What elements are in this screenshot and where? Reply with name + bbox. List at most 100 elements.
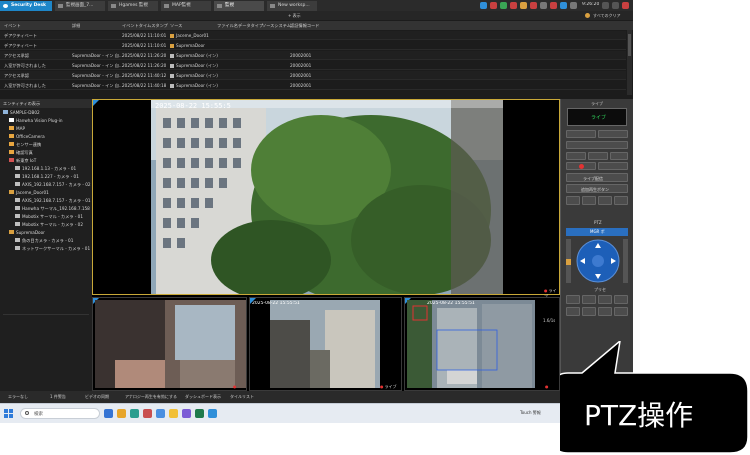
tab-map[interactable]: MAP監視 — [161, 1, 211, 11]
alarm-icon[interactable] — [490, 2, 497, 9]
tab-security-desk[interactable]: Security Desk — [0, 1, 52, 11]
clear-all-button[interactable]: すべてのクリア — [593, 13, 621, 19]
tab-monitor[interactable]: 監視 — [214, 1, 264, 11]
video-tile-4[interactable]: 2025-08-22 15:55:51 1.6/1s ● — [404, 297, 560, 391]
table-row[interactable]: 入室が許可されました SupremaDoor - イン 自... 2025/08… — [0, 61, 626, 70]
focus-slider[interactable] — [623, 239, 628, 283]
tree-item[interactable]: 192.168.1.13 - カメラ - 01 — [15, 165, 76, 173]
tree-item[interactable]: AXIS_192.168.7.157 - カメラ - 02 — [15, 181, 91, 189]
taskbar-app-icon[interactable] — [130, 409, 139, 418]
table-row[interactable]: アクセス承認 SupremaDoor - イン 自... 2025/08/22 … — [0, 51, 626, 60]
status-analog-playback[interactable]: アナロジー再生を有効にする — [125, 394, 177, 400]
tree-item[interactable]: SupremaDoor — [9, 229, 45, 237]
table-row[interactable]: アクセス承認 SupremaDoor - イン 自... 2025/08/22 … — [0, 71, 626, 80]
tab-monitor-7[interactable]: 監視画面_7... — [55, 1, 105, 11]
ptz-aux-button[interactable] — [614, 307, 628, 316]
table-row[interactable]: 入室が許可されました SupremaDoor - イン 自... 2025/08… — [0, 81, 626, 90]
show-button[interactable]: + 表示 — [288, 13, 301, 19]
taskbar-touch-alert[interactable]: Touch 警報 — [520, 410, 541, 416]
taskbar-app-icon[interactable] — [156, 409, 165, 418]
ptz-toggle-button[interactable] — [614, 196, 628, 205]
tree-item[interactable]: Hanwha サーマル_192.168.7.158 — [15, 205, 90, 213]
event-scrollbar[interactable] — [627, 30, 632, 95]
tree-item[interactable]: OfficeCamera — [9, 133, 45, 141]
tree-item[interactable]: AXIS_192.168.7.157 - カメラ - 01 — [15, 197, 91, 205]
maximize-icon[interactable] — [612, 2, 619, 9]
settings-icon[interactable] — [570, 2, 577, 9]
zoom-button[interactable] — [582, 196, 596, 205]
preset-save-button[interactable] — [566, 295, 580, 304]
taskbar-search-input[interactable]: 検索 — [20, 408, 100, 419]
status-video-sync[interactable]: ビデオの同期 — [85, 394, 109, 400]
tab-new-workspace[interactable]: New worksp... — [267, 1, 317, 11]
preset-go-button[interactable] — [582, 295, 596, 304]
alert-icon[interactable] — [510, 2, 517, 9]
ptz-home-button[interactable] — [598, 307, 612, 316]
next-frame-button[interactable] — [610, 152, 628, 160]
rewind-button[interactable] — [566, 130, 596, 138]
col-filename[interactable]: ファイル名 — [217, 21, 238, 30]
col-event[interactable]: イベント — [4, 21, 21, 30]
tree-item[interactable]: Mobotix サーマル - カメラ - 02 — [15, 221, 83, 229]
notification-icon[interactable] — [520, 2, 527, 9]
tree-item[interactable]: Jaceme_Door01 — [9, 189, 49, 197]
table-row[interactable]: デアクティベート 2025/08/22 11:10:01 SupremaDoor — [0, 41, 626, 50]
tab-hgames[interactable]: Hgames 監視 — [108, 1, 158, 11]
taskbar-app-icon[interactable] — [208, 409, 217, 418]
close-icon[interactable] — [622, 2, 629, 9]
main-video-tile[interactable]: 2025-08-22 15:55:5 ●ライブ — [92, 99, 560, 299]
ptz-mode-bar[interactable]: MGR ポ — [566, 228, 628, 236]
tree-item[interactable]: Hanwha Vision Plug-in — [9, 117, 63, 125]
video-tile-2[interactable]: ● — [92, 297, 247, 391]
minimize-icon[interactable] — [602, 2, 609, 9]
tile-selector-icon[interactable] — [93, 100, 99, 106]
status-tile-list[interactable]: タイルリスト — [230, 394, 254, 400]
taskbar-app-icon[interactable] — [195, 409, 204, 418]
col-source[interactable]: ソース — [170, 21, 182, 30]
ptz-menu-button[interactable] — [566, 307, 580, 316]
scrollbar-thumb[interactable] — [628, 34, 631, 56]
sensor-button[interactable] — [566, 196, 580, 205]
col-source-system[interactable]: ソースシステム — [262, 21, 291, 30]
add-playback-button[interactable]: 追加再生ボタン — [566, 184, 628, 193]
tree-item[interactable]: MAP — [9, 125, 25, 133]
record-button[interactable] — [566, 162, 596, 170]
record-icon[interactable] — [530, 2, 537, 9]
tree-item[interactable]: Mobotix サーマル - カメラ - 01 — [15, 213, 83, 221]
network-icon[interactable] — [540, 2, 547, 9]
warning-icon[interactable] — [550, 2, 557, 9]
tree-item[interactable]: センサー連携 — [9, 141, 41, 149]
zoom-slider[interactable] — [566, 239, 571, 283]
health-icon[interactable] — [500, 2, 507, 9]
bookmark-button[interactable] — [598, 162, 628, 170]
video-tile-3[interactable]: 2025-08-22 15:55:51 ●ライブ — [249, 297, 402, 391]
taskbar-app-icon[interactable] — [143, 409, 152, 418]
playback-slider[interactable] — [566, 141, 628, 149]
pause-button[interactable] — [598, 130, 628, 138]
col-timestamp[interactable]: イベントタイムスタンプ — [122, 21, 168, 30]
status-dashboard[interactable]: ダッシュボード表示 — [185, 394, 221, 400]
taskbar-app-icon[interactable] — [169, 409, 178, 418]
preset-pattern-button[interactable] — [598, 295, 612, 304]
taskbar-app-icon[interactable] — [104, 409, 113, 418]
taskbar-app-icon[interactable] — [182, 409, 191, 418]
status-warnings[interactable]: 1 件警告 — [50, 394, 66, 400]
preset-more-button[interactable] — [614, 295, 628, 304]
taskbar-app-icon[interactable] — [117, 409, 126, 418]
monitor-icon[interactable] — [480, 2, 487, 9]
tree-item[interactable]: 確認写真 — [9, 149, 33, 157]
ptz-lock-button[interactable] — [582, 307, 596, 316]
table-row[interactable]: デアクティベート 2025/08/22 11:10:01 Jaceme_Door… — [0, 31, 626, 40]
live-stream-button[interactable]: ライブ配信 — [566, 173, 628, 182]
prev-frame-button[interactable] — [566, 152, 586, 160]
tree-item[interactable]: ネットワークサーマル - カメラ - 01 — [15, 245, 90, 253]
status-no-errors[interactable]: エラーなし — [8, 394, 28, 400]
col-datatype[interactable]: データタイプ — [238, 21, 263, 30]
col-detail[interactable]: 詳細 — [72, 21, 80, 30]
snapshot-button[interactable] — [588, 152, 608, 160]
start-icon[interactable] — [4, 409, 13, 418]
ptz-joystick[interactable] — [576, 239, 620, 283]
pan-button[interactable] — [598, 196, 612, 205]
zoom-slider-thumb[interactable] — [566, 259, 571, 265]
tree-item[interactable]: 新東京 IoT — [9, 157, 36, 165]
